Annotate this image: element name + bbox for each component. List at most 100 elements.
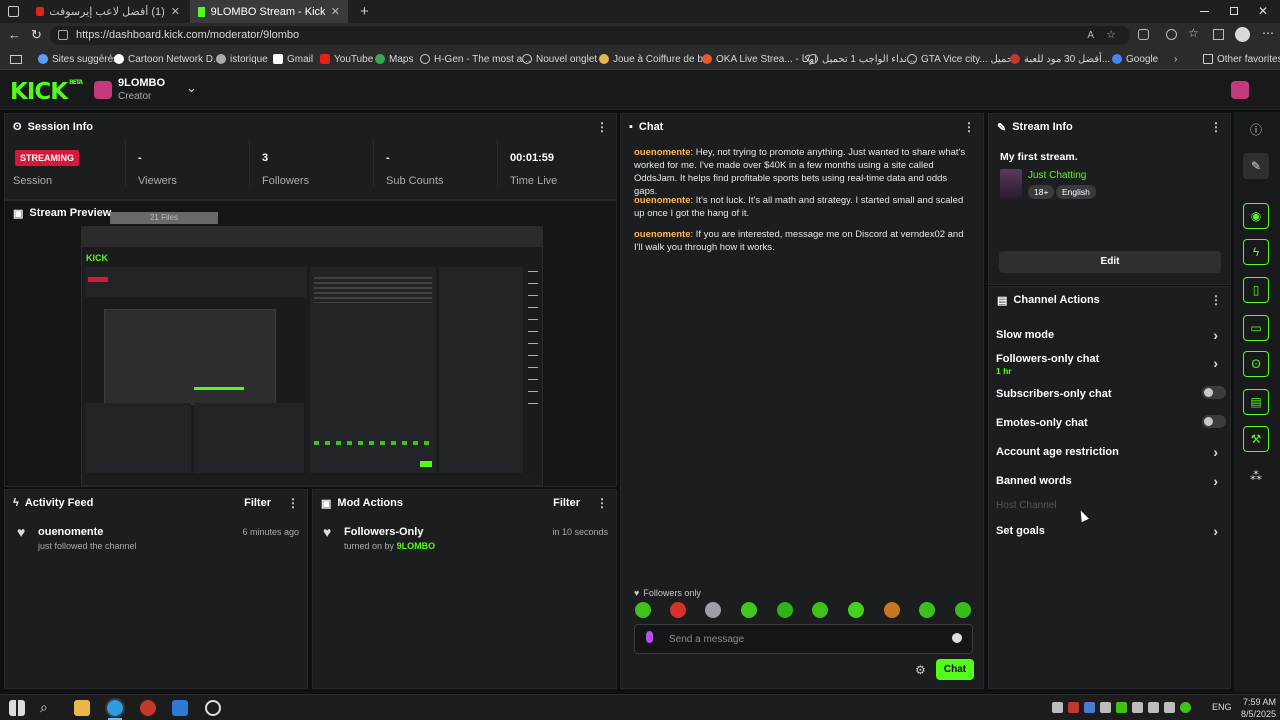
emote[interactable]	[670, 602, 686, 618]
mod-action-user[interactable]: 9LOMBO	[397, 541, 436, 551]
chat-username[interactable]: ouenomente	[634, 147, 690, 158]
tray-icon[interactable]	[1164, 702, 1175, 713]
bookmark-item[interactable]: نداء الواجب 1 تحميل...	[808, 51, 915, 67]
more-options-icon[interactable]: ⋮	[596, 120, 608, 134]
emote[interactable]	[884, 602, 900, 618]
action-account-age-restriction[interactable]: Account age restriction ›	[996, 444, 1226, 460]
bookmark-item[interactable]: Maps	[375, 51, 413, 67]
info-icon[interactable]: ⓘ	[1243, 116, 1269, 142]
bookmark-item[interactable]: OKA Live Strea... - اوكا	[702, 51, 817, 67]
chat-settings-gear-icon[interactable]: ⚙	[915, 663, 926, 677]
bookmark-item[interactable]: Joue à Coiffure de b...	[599, 51, 711, 67]
broadcast-icon[interactable]: ʘ	[1243, 351, 1269, 377]
bookmark-item[interactable]: GTA Vice city... تحميل	[907, 51, 1016, 67]
filter-button[interactable]: Filter	[244, 497, 271, 509]
action-banned-words[interactable]: Banned words ›	[996, 473, 1226, 489]
tray-icon[interactable]	[1148, 702, 1159, 713]
filter-button[interactable]: Filter	[553, 497, 580, 509]
edit-pencil-icon[interactable]: ✎	[1243, 153, 1269, 179]
bookmark-item[interactable]: Sites suggérés	[38, 51, 118, 67]
stream-preview-video[interactable]: KICK	[81, 226, 543, 486]
profile-avatar-icon[interactable]	[1235, 27, 1250, 42]
chat-icon[interactable]: ▭	[1243, 315, 1269, 341]
subscribers-only-toggle[interactable]	[1202, 386, 1226, 399]
emote[interactable]	[955, 602, 971, 618]
document-icon[interactable]: ▯	[1243, 277, 1269, 303]
clock[interactable]: 7:59 AM 8/5/2025	[1238, 696, 1276, 720]
emote[interactable]	[635, 602, 651, 618]
emoji-icon[interactable]	[952, 633, 962, 643]
minimize-icon[interactable]	[1200, 11, 1209, 12]
tray-icon[interactable]	[1180, 702, 1191, 713]
tray-icon[interactable]	[1100, 702, 1111, 713]
favorites-icon[interactable]: ☆	[1188, 26, 1199, 40]
url-field[interactable]: https://dashboard.kick.com/moderator/9lo…	[50, 26, 1130, 45]
obs-icon[interactable]	[205, 700, 221, 716]
window-menu-icon[interactable]	[8, 6, 19, 17]
bookmarks-toggle-icon[interactable]	[10, 51, 22, 67]
favorite-star-icon[interactable]: ☆	[1106, 26, 1116, 45]
wrench-icon[interactable]: ⚒	[1243, 426, 1269, 452]
maximize-icon[interactable]	[1230, 7, 1238, 15]
app-icon[interactable]	[172, 700, 188, 716]
new-tab-button[interactable]: +	[352, 0, 372, 23]
layout-icon[interactable]: ▤	[1243, 389, 1269, 415]
share-icon[interactable]: ⁂	[1243, 463, 1269, 489]
more-options-icon[interactable]: ⋮	[287, 496, 299, 510]
more-options-icon[interactable]: ⋮	[1210, 120, 1222, 134]
browser-menu-icon[interactable]: ⋯	[1262, 26, 1274, 40]
refresh-icon[interactable]: ↻	[31, 27, 42, 43]
bookmark-item[interactable]: Gmail	[273, 51, 313, 67]
emote[interactable]	[741, 602, 757, 618]
microphone-icon[interactable]	[646, 631, 653, 643]
bookmark-item[interactable]: Google	[1112, 51, 1158, 67]
user-avatar[interactable]	[1231, 81, 1249, 99]
lightning-icon[interactable]: ϟ	[1243, 239, 1269, 265]
extensions-icon[interactable]	[1138, 29, 1149, 40]
close-tab-icon[interactable]: ✕	[331, 5, 340, 18]
chat-input[interactable]: Send a message	[634, 624, 973, 654]
copilot-icon[interactable]	[1166, 29, 1177, 40]
category-name[interactable]: Just Chatting	[1028, 170, 1086, 181]
chat-username[interactable]: ouenomente	[634, 195, 690, 206]
bookmark-item[interactable]: Cartoon Network D...	[114, 51, 221, 67]
collections-icon[interactable]	[1213, 29, 1224, 40]
emote[interactable]	[705, 602, 721, 618]
chat-username[interactable]: ouenomente	[634, 229, 690, 240]
emote[interactable]	[848, 602, 864, 618]
edge-icon[interactable]	[105, 698, 125, 718]
close-tab-icon[interactable]: ✕	[171, 5, 180, 18]
action-slow-mode[interactable]: Slow mode ›	[996, 327, 1226, 343]
action-set-goals[interactable]: Set goals ›	[996, 523, 1226, 539]
kick-logo[interactable]: KICK BETA	[10, 79, 83, 105]
file-explorer-icon[interactable]	[74, 700, 90, 716]
read-aloud-icon[interactable]: A	[1087, 26, 1094, 45]
back-icon[interactable]: ←	[8, 27, 21, 42]
language-indicator[interactable]: ENG	[1212, 702, 1232, 712]
bookmark-item[interactable]: أفضل 30 مود للعبة...	[1010, 51, 1110, 67]
app-icon[interactable]	[140, 700, 156, 716]
emotes-only-toggle[interactable]	[1202, 415, 1226, 428]
windows-start-icon[interactable]	[9, 700, 25, 716]
chat-send-button[interactable]: Chat	[936, 659, 974, 680]
edit-button[interactable]: Edit	[999, 251, 1221, 273]
more-options-icon[interactable]: ⋮	[1210, 293, 1222, 307]
emote[interactable]	[777, 602, 793, 618]
more-options-icon[interactable]: ⋮	[963, 120, 975, 134]
close-window-icon[interactable]: ✕	[1258, 4, 1268, 18]
browser-tab-kick[interactable]: 9LOMBO Stream - Kick Dashboard ✕	[190, 0, 348, 23]
browser-tab-youtube[interactable]: (1) أفضل لاعب إيرسوفت في العالم ✕	[28, 0, 188, 23]
bookmark-item[interactable]: istorique	[216, 51, 268, 67]
camera-icon[interactable]: ◉	[1243, 203, 1269, 229]
bookmarks-overflow-icon[interactable]: ›	[1174, 51, 1177, 67]
other-favorites[interactable]: Other favorites	[1203, 51, 1280, 67]
emote[interactable]	[812, 602, 828, 618]
action-followers-only-chat[interactable]: Followers-only chat 1 hr ›	[996, 353, 1226, 376]
tray-icon[interactable]	[1132, 702, 1143, 713]
emote[interactable]	[919, 602, 935, 618]
tray-icon[interactable]	[1068, 702, 1079, 713]
more-options-icon[interactable]: ⋮	[596, 496, 608, 510]
activity-user[interactable]: ouenomente	[38, 526, 103, 538]
tray-icon[interactable]	[1084, 702, 1095, 713]
bookmark-item[interactable]: YouTube	[320, 51, 373, 67]
